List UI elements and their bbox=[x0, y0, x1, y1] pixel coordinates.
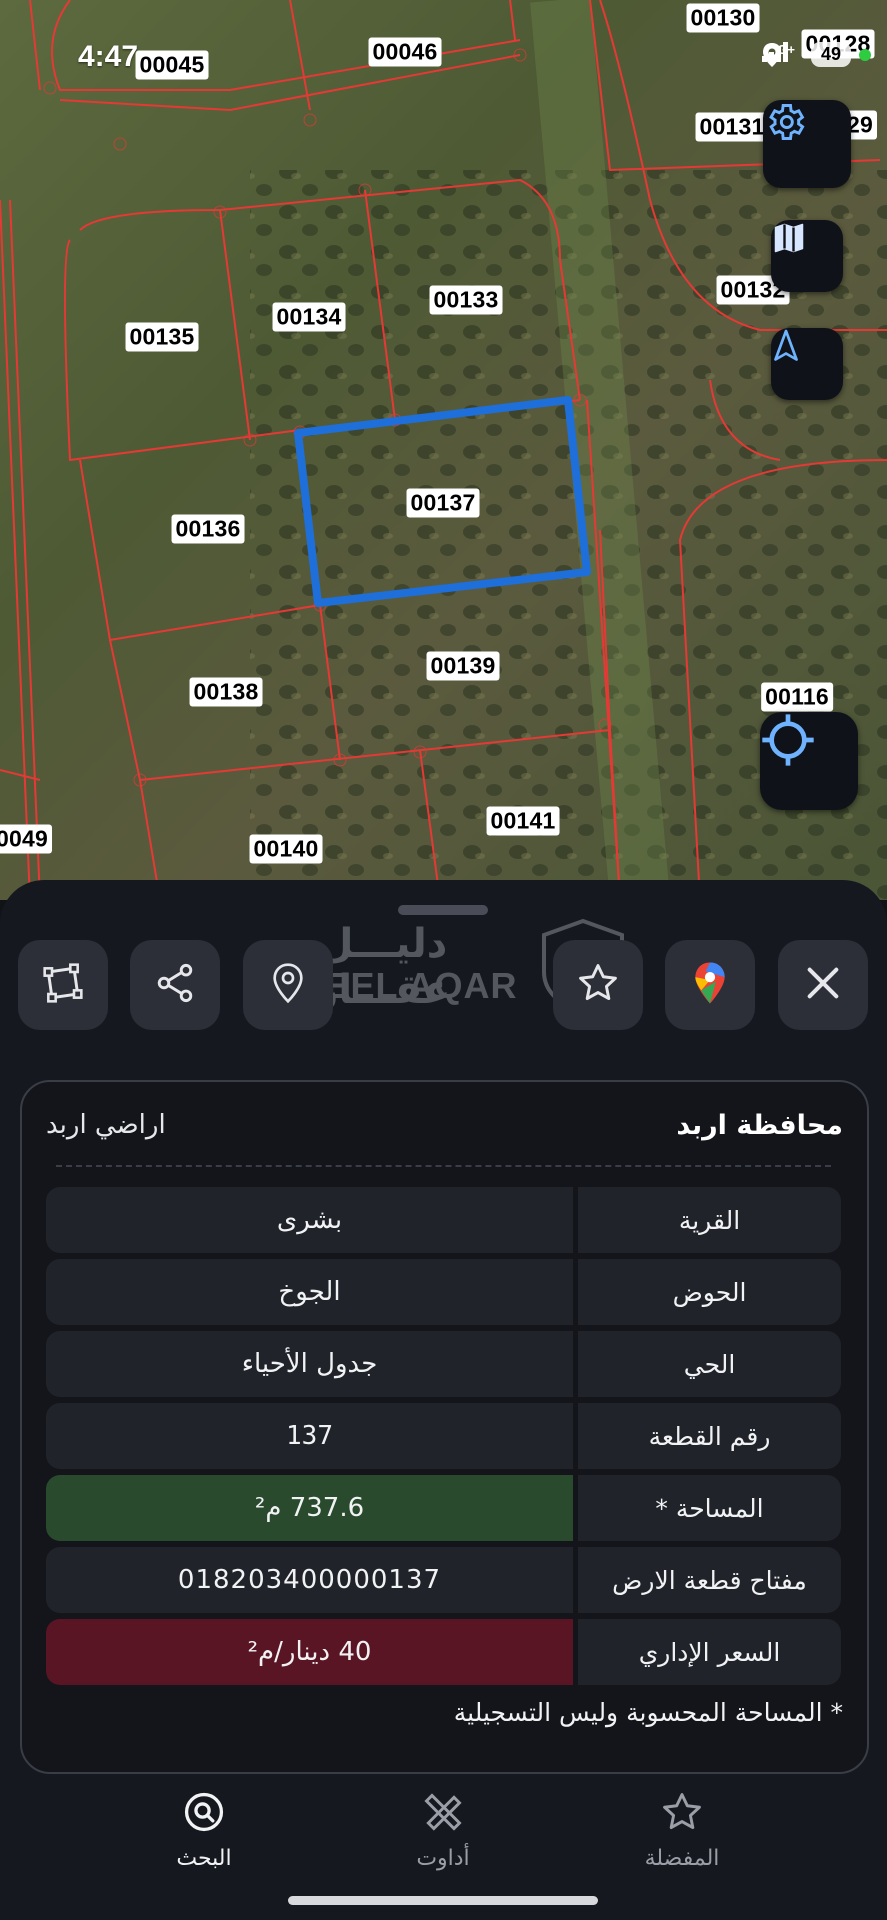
north-button[interactable] bbox=[771, 328, 843, 400]
location-pin-icon bbox=[268, 961, 308, 1009]
share-button[interactable] bbox=[130, 940, 220, 1030]
tab-tools[interactable]: أداوت bbox=[353, 1790, 533, 1871]
parcel-label[interactable]: 00138 bbox=[189, 677, 263, 707]
close-button[interactable] bbox=[778, 940, 868, 1030]
status-icons: 4G+ 49 bbox=[762, 42, 871, 67]
area-footnote: * المساحة المحسوبة وليس التسجيلية bbox=[453, 1698, 843, 1727]
parcel-label[interactable]: 00134 bbox=[272, 302, 346, 332]
google-maps-icon bbox=[692, 961, 728, 1009]
info-row-district: جدول الأحياء الحي bbox=[46, 1331, 841, 1397]
parcel-label[interactable]: 00116 bbox=[761, 682, 833, 712]
star-icon bbox=[660, 1793, 704, 1840]
info-row-basin: الجوخ الحوض bbox=[46, 1259, 841, 1325]
directorate-title: اراضي اربد bbox=[46, 1110, 166, 1140]
tab-label: أداوت bbox=[416, 1846, 470, 1871]
tab-label: المفضلة bbox=[644, 1846, 720, 1871]
sheet-drag-handle[interactable] bbox=[398, 905, 488, 915]
parcel-label[interactable]: 00045 bbox=[135, 50, 209, 80]
notification-dot-icon bbox=[859, 48, 871, 61]
parcel-label[interactable]: 00131 bbox=[695, 112, 769, 142]
parcel-label[interactable]: 00130 bbox=[686, 3, 760, 33]
google-maps-button[interactable] bbox=[665, 940, 755, 1030]
info-value[interactable]: 018203400000137 bbox=[46, 1547, 573, 1613]
home-indicator bbox=[288, 1896, 598, 1905]
info-value: 137 bbox=[46, 1403, 573, 1469]
info-row-admin-price: 40 دينار/م² السعر الإداري bbox=[46, 1619, 841, 1685]
parcel-label[interactable]: 00140 bbox=[249, 834, 323, 864]
parcel-label[interactable]: 00133 bbox=[429, 285, 503, 315]
info-value: بشرى bbox=[46, 1187, 573, 1253]
location-button[interactable] bbox=[243, 940, 333, 1030]
parcel-label[interactable]: 00137 bbox=[406, 488, 480, 518]
locate-me-button[interactable] bbox=[760, 712, 858, 810]
star-icon bbox=[576, 961, 620, 1009]
tab-search[interactable]: البحث bbox=[114, 1790, 294, 1871]
divider bbox=[56, 1165, 831, 1167]
info-label: الحي bbox=[578, 1331, 841, 1397]
map-view[interactable]: 00130 00128 00045 00046 00131 29 00134 0… bbox=[0, 0, 887, 900]
parcel-label[interactable]: 00046 bbox=[368, 37, 442, 67]
parcel-label[interactable]: 00135 bbox=[125, 322, 199, 352]
tab-favorites[interactable]: المفضلة bbox=[592, 1790, 772, 1871]
info-value: الجوخ bbox=[46, 1259, 573, 1325]
info-row-village: بشرى القرية bbox=[46, 1187, 841, 1253]
parcel-label[interactable]: 0049 bbox=[0, 824, 52, 854]
info-label: المساحة * bbox=[578, 1475, 841, 1541]
info-label: القرية bbox=[578, 1187, 841, 1253]
parcel-label[interactable]: 00141 bbox=[486, 806, 560, 836]
info-label: مفتاح قطعة الارض bbox=[578, 1547, 841, 1613]
tab-label: البحث bbox=[176, 1846, 232, 1871]
close-icon bbox=[803, 963, 843, 1007]
parcel-info-card: محافظة اربد اراضي اربد بشرى القرية الجوخ… bbox=[20, 1080, 869, 1774]
price-value: 40 دينار/م² bbox=[46, 1619, 573, 1685]
parcel-label[interactable]: 00136 bbox=[171, 514, 245, 544]
share-icon bbox=[153, 961, 197, 1009]
settings-button[interactable] bbox=[763, 100, 851, 188]
info-row-parcel-number: 137 رقم القطعة bbox=[46, 1403, 841, 1469]
area-value: 737.6 م² bbox=[46, 1475, 573, 1541]
info-row-area: 737.6 م² المساحة * bbox=[46, 1475, 841, 1541]
search-icon bbox=[182, 1792, 226, 1840]
measure-button[interactable] bbox=[18, 940, 108, 1030]
polygon-icon bbox=[41, 961, 85, 1009]
tools-icon bbox=[421, 1793, 465, 1840]
info-label: رقم القطعة bbox=[578, 1403, 841, 1469]
info-value: جدول الأحياء bbox=[46, 1331, 573, 1397]
status-time: 4:47 bbox=[78, 40, 139, 73]
map-layers-button[interactable] bbox=[771, 220, 843, 292]
parcel-label[interactable]: 00139 bbox=[426, 651, 500, 681]
favorite-button[interactable] bbox=[553, 940, 643, 1030]
battery-indicator: 49 bbox=[810, 42, 851, 67]
governorate-title: محافظة اربد bbox=[676, 1110, 843, 1141]
info-label: السعر الإداري bbox=[578, 1619, 841, 1685]
info-label: الحوض bbox=[578, 1259, 841, 1325]
info-row-land-key: 018203400000137 مفتاح قطعة الارض bbox=[46, 1547, 841, 1613]
